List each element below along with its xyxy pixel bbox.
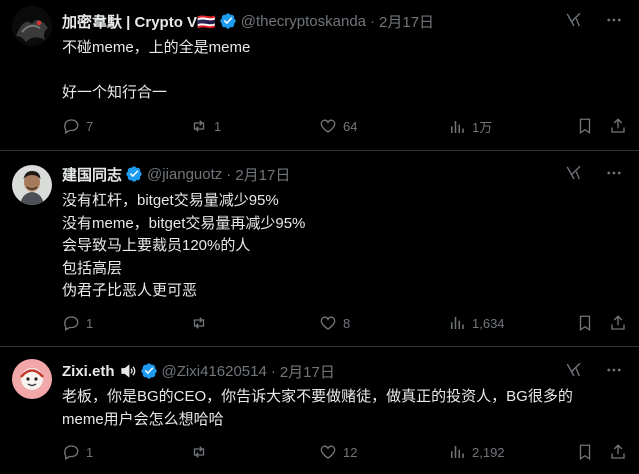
view-count: 1万 (472, 120, 493, 135)
tweet[interactable]: 建国同志 @jianguotz · 2月17日 没有杠杆，bitget交易量减少… (0, 151, 639, 347)
tweet-top-actions (565, 164, 623, 182)
tweet-text-line: 包括高层 (62, 259, 123, 277)
like-icon (320, 316, 336, 330)
tweet-text-line (62, 60, 619, 83)
separator: · (270, 362, 276, 380)
reply-button[interactable]: 1 (62, 443, 93, 461)
reply-icon (64, 119, 79, 134)
like-button[interactable]: 8 (319, 314, 350, 332)
verified-icon (140, 363, 157, 379)
separator: · (370, 12, 376, 30)
more-icon[interactable] (605, 361, 623, 379)
tweet-top-actions (565, 361, 623, 379)
view-count: 2,192 (472, 444, 505, 460)
bookmark-button[interactable] (576, 117, 594, 135)
separator: · (226, 165, 232, 183)
avatar[interactable] (12, 165, 52, 205)
tweet-text-line: 没有杠杆，bitget交易量减少95% (62, 192, 279, 209)
share-button[interactable] (609, 314, 627, 332)
repost-button[interactable]: 1 (190, 117, 221, 135)
tweet-actions: 1 12 2,192 (62, 443, 625, 463)
tweet[interactable]: 加密韋馱 | Crypto V🇹🇭 @thecryptoskanda · 2月1… (0, 0, 639, 151)
repost-icon (193, 446, 205, 458)
bookmark-button[interactable] (576, 314, 594, 332)
reply-icon (64, 316, 79, 331)
repost-button[interactable] (190, 314, 214, 332)
tweet-text: 没有杠杆，bitget交易量减少95% 没有meme，bitget交易量再减少9… (62, 190, 619, 303)
views-button[interactable]: 1万 (448, 117, 492, 136)
like-count: 12 (343, 444, 358, 460)
timestamp[interactable]: 2月17日 (379, 11, 434, 32)
share-icon (611, 444, 625, 459)
like-button[interactable]: 64 (319, 117, 357, 135)
timestamp[interactable]: 2月17日 (280, 361, 335, 382)
reply-count: 7 (86, 118, 94, 134)
grok-icon[interactable] (565, 361, 583, 379)
tweet-text-line: 老板，你是BG的CEO，你告诉大家不要做赌徒，做真正的投资人，BG很多的 (62, 388, 573, 405)
like-button[interactable]: 12 (319, 443, 357, 461)
views-button[interactable]: 1,634 (448, 314, 505, 332)
reply-button[interactable]: 7 (62, 117, 93, 135)
tweet[interactable]: Zixi.eth @Zixi41620514 · 2月17日 老板，你是BG的C… (0, 347, 639, 474)
reply-count: 1 (86, 444, 94, 460)
display-name[interactable]: 建国同志 (62, 164, 122, 185)
more-icon[interactable] (605, 11, 623, 29)
tweet-text-line: 伪君子比恶人更可恶 (62, 282, 198, 299)
share-button[interactable] (609, 117, 627, 135)
reply-button[interactable]: 1 (62, 314, 93, 332)
repost-count: 1 (214, 118, 222, 134)
tweet-top-actions (565, 11, 623, 29)
like-count: 8 (343, 315, 351, 331)
tweet-header: Zixi.eth @Zixi41620514 · 2月17日 (62, 361, 579, 381)
speaker-icon (120, 364, 135, 378)
tweet-actions: 1 8 1,634 (62, 314, 625, 334)
views-icon (451, 120, 464, 133)
share-button[interactable] (609, 443, 627, 461)
bookmark-icon (579, 444, 591, 461)
handle[interactable]: @thecryptoskanda (241, 13, 366, 30)
views-button[interactable]: 2,192 (448, 443, 505, 461)
tweet-text: 老板，你是BG的CEO，你告诉大家不要做赌徒，做真正的投资人，BG很多的 mem… (62, 386, 619, 431)
verified-icon (220, 13, 236, 29)
tweet-text-line: 不碰meme，上的全是meme (62, 39, 251, 56)
like-icon (320, 445, 336, 459)
like-icon (320, 119, 336, 133)
tweet-text: 不碰meme，上的全是meme 好一个知行合一 (62, 37, 619, 105)
grok-icon[interactable] (565, 11, 583, 29)
avatar[interactable] (12, 359, 52, 399)
bookmark-icon (579, 315, 591, 332)
grok-icon[interactable] (565, 164, 583, 182)
tweet-text-line: meme用户会怎么想哈哈 (62, 410, 224, 428)
handle[interactable]: @Zixi41620514 (162, 363, 267, 380)
tweet-header: 加密韋馱 | Crypto V🇹🇭 @thecryptoskanda · 2月1… (62, 11, 579, 31)
views-icon (451, 446, 464, 458)
view-count: 1,634 (472, 315, 505, 331)
display-name[interactable]: Zixi.eth (62, 363, 115, 380)
repost-icon (193, 120, 205, 132)
views-icon (451, 317, 464, 329)
handle[interactable]: @jianguotz (147, 166, 222, 183)
tweet-header: 建国同志 @jianguotz · 2月17日 (62, 164, 579, 184)
repost-icon (193, 317, 205, 329)
timestamp[interactable]: 2月17日 (235, 164, 290, 185)
tweet-text-line: 好一个知行合一 (62, 84, 168, 101)
tweet-actions: 7 1 64 1万 (62, 117, 625, 137)
avatar[interactable] (12, 6, 52, 46)
timeline: 加密韋馱 | Crypto V🇹🇭 @thecryptoskanda · 2月1… (0, 0, 639, 474)
like-count: 64 (343, 118, 358, 134)
share-icon (611, 315, 625, 330)
bookmark-icon (579, 118, 591, 135)
share-icon (611, 118, 625, 133)
reply-icon (64, 445, 79, 460)
bookmark-button[interactable] (576, 443, 594, 461)
more-icon[interactable] (605, 164, 623, 182)
reply-count: 1 (86, 315, 94, 331)
verified-icon (126, 166, 142, 182)
tweet-text-line: 会导致马上要裁员120%的人 (62, 237, 251, 254)
tweet-text-line: 没有meme，bitget交易量再减少95% (62, 214, 306, 232)
display-name[interactable]: 加密韋馱 | Crypto V🇹🇭 (62, 11, 216, 32)
repost-button[interactable] (190, 443, 214, 461)
